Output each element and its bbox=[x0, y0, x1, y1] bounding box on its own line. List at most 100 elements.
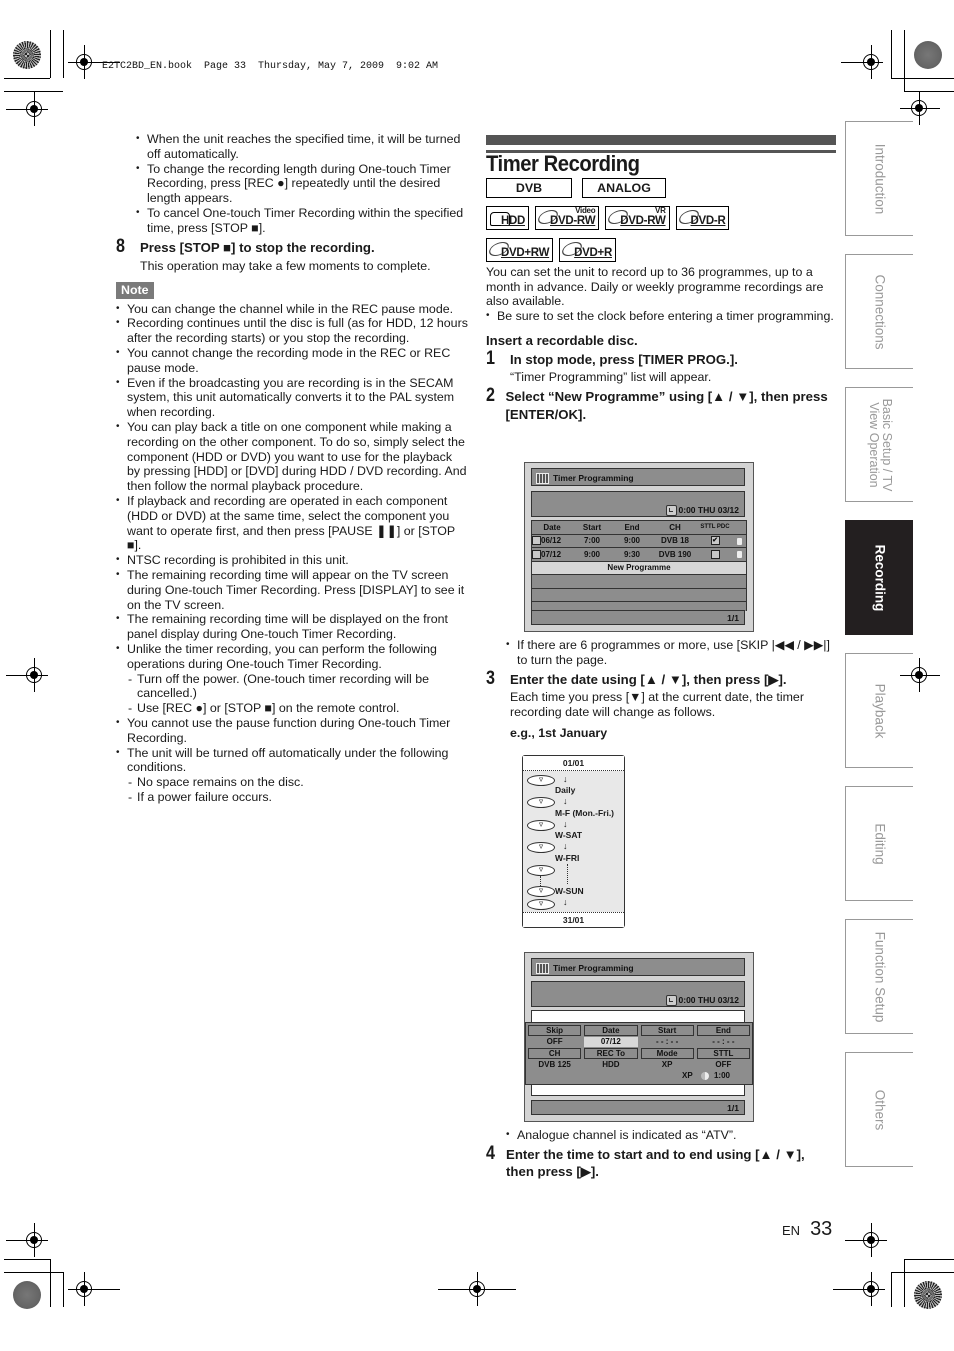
media-badge-dvd-r: DVD-R bbox=[675, 205, 730, 230]
field-rec-to-value[interactable]: HDD bbox=[584, 1060, 637, 1070]
select-checkbox[interactable] bbox=[532, 536, 541, 546]
down-button-icon: ▽ bbox=[527, 775, 555, 786]
cycle-end-date: 31/01 bbox=[523, 912, 624, 927]
step-number: 1 bbox=[486, 347, 495, 369]
bullet-item: If there are 6 programmes or more, use [… bbox=[506, 638, 836, 668]
note-item: You cannot change the recording mode in … bbox=[116, 346, 468, 376]
field-label: Start bbox=[640, 1025, 694, 1036]
insert-disc-heading: Insert a recordable disc. bbox=[486, 332, 638, 348]
tab-playback[interactable]: Playback bbox=[845, 653, 913, 768]
field-label: STTL bbox=[696, 1048, 750, 1059]
page-footer: EN 33 bbox=[782, 1218, 832, 1241]
bullet-item: When the unit reaches the specified time… bbox=[136, 132, 468, 162]
step-2-3-block: If there are 6 programmes or more, use [… bbox=[486, 638, 836, 740]
note-item: You can change the channel while in the … bbox=[116, 302, 468, 317]
table-row[interactable]: 06/12 7:00 9:00 DVB 18 bbox=[532, 534, 746, 548]
field-ch-value[interactable]: DVB 125 bbox=[528, 1060, 581, 1070]
trash-icon[interactable] bbox=[736, 537, 742, 545]
media-label: HDD bbox=[501, 215, 526, 227]
col-header-end: End bbox=[612, 521, 652, 535]
note-text: You can change the channel while in the … bbox=[127, 301, 454, 316]
timer-list-screen: Timer Programming 0:00 THU 03/12 Date St… bbox=[524, 462, 754, 632]
tab-introduction[interactable]: Introduction bbox=[845, 121, 913, 236]
right-column: Timer Recording DVB ANALOG HDD Video DVD-R… bbox=[485, 135, 836, 423]
tab-connections[interactable]: Connections bbox=[845, 254, 913, 369]
step-1: 1 In stop mode, press [TIMER PROG.]. bbox=[486, 347, 836, 369]
page-indicator-bar: 1/1 bbox=[531, 610, 745, 625]
sttl-checkbox[interactable] bbox=[710, 549, 720, 559]
remaining-duration: 1:00 bbox=[713, 1071, 730, 1080]
disc-space-icon bbox=[700, 1071, 709, 1080]
page-indicator-bar: 1/1 bbox=[531, 1100, 745, 1115]
note-item: If playback and recording are operated i… bbox=[116, 494, 468, 553]
tab-label: Others bbox=[872, 1089, 887, 1130]
menu-icon bbox=[536, 963, 549, 975]
table-row[interactable]: 07/12 9:00 9:30 DVB 190 bbox=[532, 547, 746, 562]
bullet-item: To change the recording length during On… bbox=[136, 162, 468, 206]
step-title: Select “New Programme” using [▲ / ▼], th… bbox=[505, 389, 828, 422]
language-code: EN bbox=[782, 1223, 801, 1238]
field-start-value[interactable]: - - : - - bbox=[641, 1037, 694, 1047]
select-checkbox[interactable] bbox=[532, 549, 541, 559]
intro-bullets: When the unit reaches the specified time… bbox=[116, 132, 468, 236]
bullet-item: Analogue channel is indicated as “ATV”. bbox=[506, 1128, 836, 1143]
field-sttl-value[interactable]: OFF bbox=[697, 1060, 750, 1070]
tag-analog: ANALOG bbox=[582, 177, 666, 198]
bullet-list: If there are 6 programmes or more, use [… bbox=[486, 638, 836, 668]
tab-editing[interactable]: Editing bbox=[845, 786, 913, 901]
row-date: 07/12 bbox=[541, 549, 562, 559]
note-item: You cannot use the pause function during… bbox=[116, 716, 468, 746]
tab-others[interactable]: Others bbox=[845, 1052, 913, 1167]
field-mode-value[interactable]: XP bbox=[641, 1060, 694, 1070]
field-label: Skip bbox=[528, 1025, 582, 1036]
field-date-value[interactable]: 07/12 bbox=[584, 1037, 638, 1047]
new-programme-row[interactable]: New Programme bbox=[532, 561, 746, 575]
field-skip-value[interactable]: OFF bbox=[528, 1037, 581, 1047]
registration-target-icon bbox=[13, 1281, 41, 1309]
sttl-checkbox[interactable] bbox=[710, 536, 720, 546]
media-label: DVD-R bbox=[690, 215, 726, 227]
note-text: Recording continues until the disc is fu… bbox=[127, 316, 468, 346]
media-icons: HDD Video DVD-RW VR DVD-RW DVD-R bbox=[486, 205, 836, 230]
note-sub-item: No space remains on the disc. bbox=[127, 775, 468, 790]
tab-function-setup[interactable]: Function Setup bbox=[845, 919, 913, 1034]
down-button-icon: ▽ bbox=[527, 820, 555, 831]
note-text: NTSC recording is prohibited in this uni… bbox=[127, 553, 349, 568]
note-sub-item: If a power failure occurs. bbox=[127, 790, 468, 805]
intro-text: You can set the unit to record up to 36 … bbox=[486, 264, 824, 309]
down-button-icon: ▽ bbox=[527, 886, 555, 897]
broadcast-tags: DVB ANALOG bbox=[486, 177, 836, 198]
note-text: You can play back a title on one compone… bbox=[127, 420, 467, 494]
registration-target-icon bbox=[914, 41, 942, 69]
screen-title-bar: Timer Programming bbox=[531, 468, 745, 486]
media-icons: DVD+RW DVD+R bbox=[485, 237, 836, 262]
trash-icon[interactable] bbox=[736, 551, 742, 559]
cycle-option: M-F (Mon.-Fri.) bbox=[555, 808, 615, 818]
field-label: Mode bbox=[640, 1048, 694, 1059]
note-item: The unit will be turned off automaticall… bbox=[116, 746, 468, 805]
tab-label: Editing bbox=[872, 822, 887, 865]
note-text: You cannot change the recording mode in … bbox=[127, 346, 451, 375]
clock-bar: 0:00 THU 03/12 bbox=[531, 981, 745, 1007]
row-start: 7:00 bbox=[572, 534, 612, 548]
tab-basic-setup-tv-view-operation[interactable]: Basic Setup / TV View Operation bbox=[845, 387, 913, 502]
step-4: 4 Enter the time to start and to end usi… bbox=[486, 1144, 836, 1181]
new-programme-item[interactable]: New Programme bbox=[532, 561, 746, 575]
tab-label: Function Setup bbox=[872, 931, 887, 1022]
field-label: REC To bbox=[584, 1048, 638, 1059]
step-number: 2 bbox=[486, 385, 495, 407]
note-item: The remaining recording time will appear… bbox=[116, 568, 468, 612]
print-header: E2TC2BD_EN.book Page 33 Thursday, May 7,… bbox=[102, 61, 439, 72]
step-title: Enter the date using [▲ / ▼], then press… bbox=[510, 671, 787, 687]
down-button-icon: ▽ bbox=[527, 797, 555, 808]
field-end-value[interactable]: - - : - - bbox=[697, 1037, 750, 1047]
row-date: 06/12 bbox=[541, 536, 562, 546]
page-indicator: 1/1 bbox=[727, 1103, 739, 1113]
step-number: 8 bbox=[116, 235, 125, 257]
note-item: Even if the broadcasting you are recordi… bbox=[116, 376, 468, 420]
row-end: 9:00 bbox=[612, 534, 652, 548]
tab-recording[interactable]: Recording bbox=[845, 520, 913, 635]
cycle-start-date: 01/01 bbox=[523, 756, 624, 771]
remaining-time: XP 1:00 bbox=[682, 1071, 730, 1080]
col-header-sttl-pdc: STTL PDC bbox=[698, 521, 732, 535]
